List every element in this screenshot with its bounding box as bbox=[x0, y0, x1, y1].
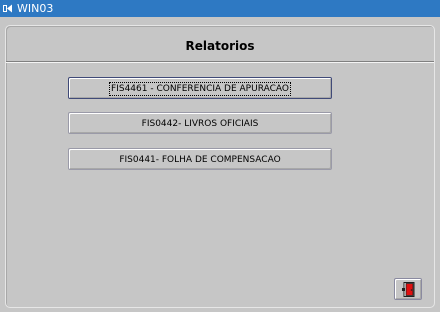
heading-separator bbox=[6, 61, 434, 63]
window-title: WIN03 bbox=[17, 2, 54, 15]
report-button-fis4461[interactable]: FIS4461 - CONFERENCIA DE APURACAO bbox=[68, 77, 332, 99]
app-icon bbox=[3, 4, 12, 13]
report-button-fis0442[interactable]: FIS0442- LIVROS OFICIAIS bbox=[68, 112, 332, 134]
exit-button[interactable] bbox=[394, 278, 422, 300]
panel-heading: Relatorios bbox=[185, 39, 255, 53]
app-window: WIN03 Relatorios FIS4461 - CONFERENCIA D… bbox=[0, 0, 440, 312]
report-button-fis0441[interactable]: FIS0441- FOLHA DE COMPENSACAO bbox=[68, 148, 332, 170]
reports-panel: Relatorios FIS4461 - CONFERENCIA DE APUR… bbox=[5, 25, 435, 308]
title-bar[interactable]: WIN03 bbox=[0, 0, 440, 17]
report-button-label: FIS0441- FOLHA DE COMPENSACAO bbox=[119, 155, 281, 165]
exit-door-icon bbox=[402, 282, 415, 297]
report-button-label: FIS0442- LIVROS OFICIAIS bbox=[141, 119, 259, 129]
report-button-label: FIS4461 - CONFERENCIA DE APURACAO bbox=[109, 82, 291, 96]
